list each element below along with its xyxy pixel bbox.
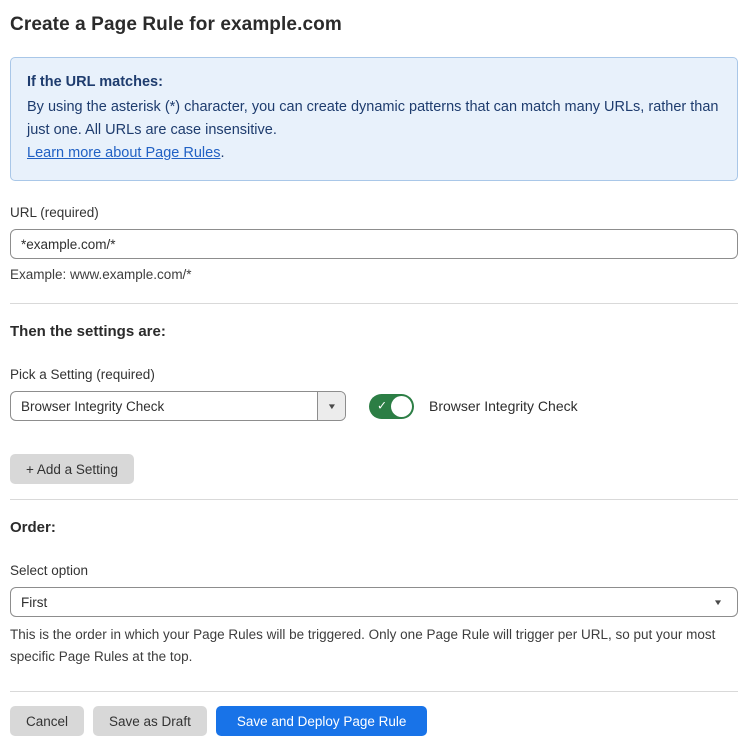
url-example-helper: Example: www.example.com/* (10, 267, 738, 282)
url-input[interactable] (10, 229, 738, 259)
toggle-group: ✓ Browser Integrity Check (369, 394, 578, 419)
pick-setting-label: Pick a Setting (required) (10, 367, 738, 382)
info-box-link-line: Learn more about Page Rules. (27, 142, 721, 165)
divider (10, 691, 738, 692)
footer-actions: Cancel Save as Draft Save and Deploy Pag… (10, 706, 738, 736)
order-select-label: Select option (10, 563, 738, 578)
toggle-knob (391, 396, 412, 417)
info-box-body: By using the asterisk (*) character, you… (27, 96, 721, 142)
toggle-label: Browser Integrity Check (429, 398, 578, 414)
page-title: Create a Page Rule for example.com (10, 14, 738, 36)
order-select[interactable]: First ▼ (10, 587, 738, 617)
save-deploy-button[interactable]: Save and Deploy Page Rule (216, 706, 428, 736)
url-match-info-box: If the URL matches: By using the asteris… (10, 57, 738, 181)
divider (10, 303, 738, 304)
setting-row: Browser Integrity Check ▼ ✓ Browser Inte… (10, 391, 738, 421)
setting-select[interactable]: Browser Integrity Check ▼ (10, 391, 346, 421)
info-box-heading: If the URL matches: (27, 71, 721, 94)
divider (10, 499, 738, 500)
add-setting-button[interactable]: + Add a Setting (10, 454, 134, 484)
url-field-label: URL (required) (10, 205, 738, 220)
setting-select-arrow-button[interactable]: ▼ (317, 392, 345, 420)
check-icon: ✓ (377, 399, 387, 413)
browser-integrity-toggle[interactable]: ✓ (369, 394, 414, 419)
chevron-down-icon: ▼ (713, 598, 738, 607)
settings-section-heading: Then the settings are: (10, 323, 738, 340)
chevron-down-icon: ▼ (326, 402, 336, 411)
learn-more-link[interactable]: Learn more about Page Rules (27, 145, 220, 161)
setting-select-value: Browser Integrity Check (11, 399, 317, 414)
cancel-button[interactable]: Cancel (10, 706, 84, 736)
order-section-heading: Order: (10, 519, 738, 536)
save-draft-button[interactable]: Save as Draft (93, 706, 207, 736)
order-helper-text: This is the order in which your Page Rul… (10, 624, 732, 668)
order-select-value: First (11, 595, 716, 610)
link-suffix: . (220, 145, 224, 161)
